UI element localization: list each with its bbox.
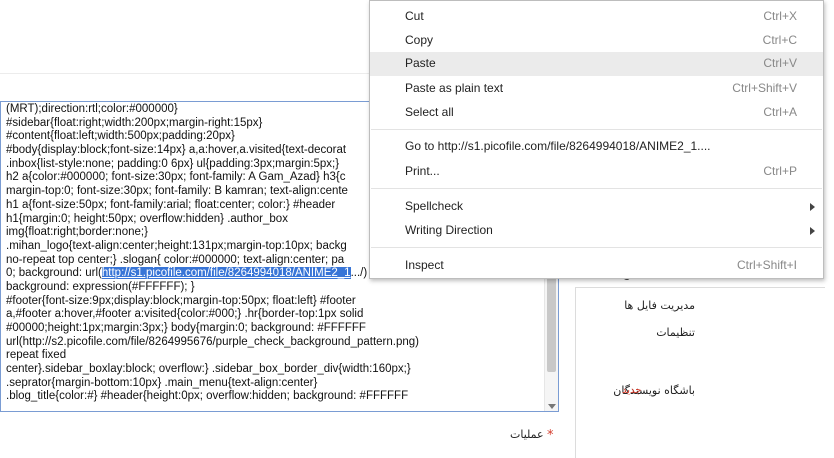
- menu-item-paste-plain[interactable]: Paste as plain text Ctrl+Shift+V: [370, 77, 823, 101]
- sidebar-item-file-manager[interactable]: مدیریت فایل ها: [624, 299, 695, 312]
- menu-item-cut[interactable]: Cut Ctrl+X: [370, 5, 823, 29]
- menu-separator: [371, 188, 822, 189]
- menu-item-go-to-url[interactable]: Go to http://s1.picofile.com/file/826499…: [370, 135, 823, 159]
- code-line: a,#footer a:hover,#footer a:visited{colo…: [6, 308, 364, 321]
- new-badge: جدید: [622, 385, 642, 396]
- page-root: (MRT);direction:rtl;color:#000000} #sideb…: [0, 0, 834, 458]
- menu-separator: [371, 129, 822, 130]
- submenu-arrow-icon: [810, 203, 815, 211]
- menu-item-copy[interactable]: Copy Ctrl+C: [370, 29, 823, 53]
- sidebar-panel: مدیریت فایل ها تنظیمات باشگاه نویسندگان …: [575, 287, 825, 458]
- context-menu: Cut Ctrl+X Copy Ctrl+C Paste Ctrl+V Past…: [369, 0, 824, 279]
- menu-item-inspect[interactable]: Inspect Ctrl+Shift+I: [370, 254, 823, 278]
- required-asterisk: *: [547, 428, 554, 443]
- menu-item-print[interactable]: Print... Ctrl+P: [370, 160, 823, 184]
- partial-text: ـ ـ ـ ـ ـ ـ ـ ـ ـ ـ ـ ـ ـ: [240, 449, 324, 458]
- code-line: repeat fixed: [6, 349, 67, 362]
- operations-label: عملیات: [510, 428, 544, 441]
- sidebar-item-settings[interactable]: تنظیمات: [656, 326, 695, 339]
- menu-item-select-all[interactable]: Select all Ctrl+A: [370, 101, 823, 125]
- menu-item-spellcheck[interactable]: Spellcheck: [370, 195, 823, 219]
- submenu-arrow-icon: [810, 227, 815, 235]
- code-line: #footer{font-size:9px;display:block;marg…: [6, 294, 356, 307]
- scroll-down-arrow-icon[interactable]: [548, 404, 556, 409]
- code-line: #00000;height:1px;margin:3px;} body{marg…: [6, 322, 366, 334]
- code-line: .blog_title{color:#} #header{height:0px;…: [6, 390, 409, 403]
- code-line: center}.sidebar_boxlay:block; overflow:}…: [6, 363, 411, 376]
- selected-url-text[interactable]: http://s1.picofile.com/file/8264994018/A…: [101, 267, 351, 280]
- header-divider: [0, 73, 400, 74]
- code-line: url(http://s2.picofile.com/file/82649956…: [6, 335, 419, 348]
- menu-separator: [371, 247, 822, 248]
- menu-item-writing-direction[interactable]: Writing Direction: [370, 219, 823, 243]
- menu-item-paste[interactable]: Paste Ctrl+V: [370, 52, 823, 76]
- code-line: .seprator{margin-bottom:10px} .main_menu…: [6, 376, 318, 389]
- code-line: background: expression(#FFFFFF); }: [6, 280, 195, 293]
